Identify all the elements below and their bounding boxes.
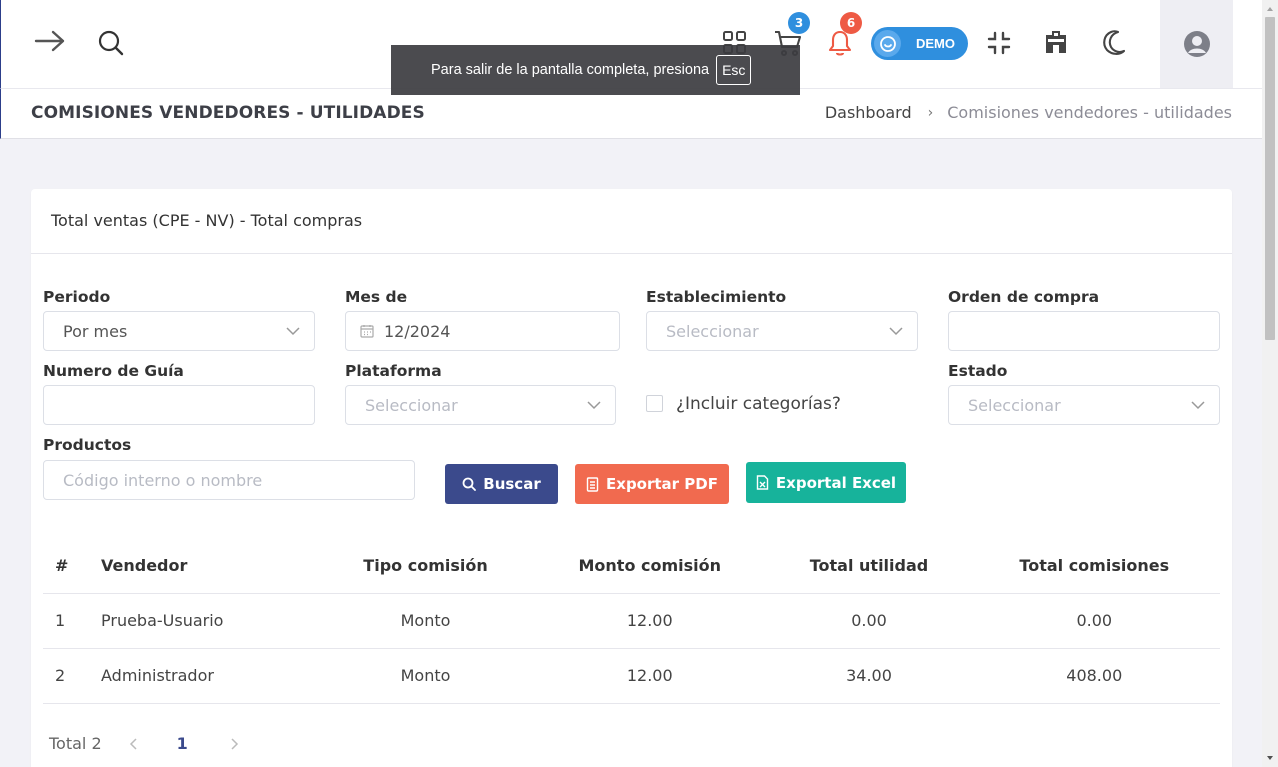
- search-icon: [462, 477, 477, 491]
- document-icon: [586, 476, 599, 492]
- periodo-select[interactable]: Por mes: [43, 311, 315, 351]
- export-pdf-button[interactable]: Exportar PDF: [575, 464, 729, 504]
- label-mes: Mes de: [345, 288, 408, 306]
- periodo-value: Por mes: [63, 321, 128, 341]
- spreadsheet-icon: [756, 475, 769, 490]
- demo-label: DEMO: [916, 36, 955, 51]
- categorias-label[interactable]: ¿Incluir categorías?: [676, 394, 841, 414]
- chevron-down-icon: [889, 327, 903, 336]
- cell-index: 1: [43, 593, 101, 649]
- scroll-down-arrow-icon[interactable]: [1262, 751, 1278, 765]
- page-header: COMISIONES VENDEDORES - UTILIDADES Dashb…: [0, 88, 1262, 139]
- export-excel-label: Exportal Excel: [775, 473, 897, 492]
- breadcrumb-dashboard[interactable]: Dashboard: [825, 103, 912, 122]
- toast-key: Esc: [716, 55, 752, 85]
- chevron-down-icon: [587, 401, 601, 410]
- categorias-checkbox[interactable]: [646, 395, 663, 412]
- label-orden-compra: Orden de compra: [948, 288, 1100, 306]
- report-card: Total ventas (CPE - NV) - Total compras …: [31, 189, 1232, 767]
- orden-compra-input[interactable]: [948, 311, 1220, 351]
- pagination-total: Total 2: [49, 734, 102, 753]
- col-total-utilidad: Total utilidad: [769, 539, 969, 594]
- scroll-up-arrow-icon[interactable]: [1262, 2, 1278, 16]
- cell-total-comisiones: 0.00: [968, 593, 1220, 649]
- arrow-right-icon[interactable]: [34, 28, 66, 54]
- col-total-comisiones: Total comisiones: [968, 539, 1220, 594]
- label-establecimiento: Establecimiento: [646, 288, 787, 306]
- fullscreen-toast: Para salir de la pantalla completa, pres…: [391, 45, 800, 95]
- cell-total-utilidad: 34.00: [769, 648, 969, 704]
- establecimiento-select[interactable]: Seleccionar: [646, 311, 918, 351]
- user-avatar-icon: [1183, 31, 1210, 57]
- cell-total-comisiones: 408.00: [968, 648, 1220, 704]
- table-row: 2 Administrador Monto 12.00 34.00 408.00: [43, 648, 1220, 704]
- label-guia: Numero de Guía: [43, 362, 184, 380]
- search-icon[interactable]: [97, 29, 125, 57]
- company-demo-toggle[interactable]: DEMO: [871, 27, 968, 60]
- store-icon[interactable]: [1042, 28, 1070, 56]
- label-estado: Estado: [948, 362, 1008, 380]
- label-periodo: Periodo: [43, 288, 111, 306]
- chevron-down-icon: [286, 327, 300, 336]
- cell-tipo-comision: Monto: [321, 593, 531, 649]
- calendar-icon: [360, 325, 374, 338]
- buscar-button[interactable]: Buscar: [445, 464, 558, 504]
- estado-select[interactable]: Seleccionar: [948, 385, 1220, 425]
- plataforma-placeholder: Seleccionar: [365, 395, 458, 415]
- buscar-label: Buscar: [483, 475, 541, 493]
- export-excel-button[interactable]: Exportal Excel: [746, 462, 906, 503]
- smile-icon: [874, 30, 901, 57]
- mes-value: 12/2024: [384, 321, 451, 341]
- chevron-right-icon[interactable]: [228, 737, 240, 751]
- estado-placeholder: Seleccionar: [968, 395, 1061, 415]
- breadcrumb-current: Comisiones vendedores - utilidades: [947, 103, 1232, 122]
- cart-badge: 3: [788, 12, 810, 34]
- productos-placeholder: Código interno o nombre: [63, 470, 263, 490]
- mes-date-picker[interactable]: 12/2024: [345, 311, 620, 351]
- cell-index: 2: [43, 648, 101, 704]
- commissions-table: # Vendedor Tipo comisión Monto comisión …: [43, 539, 1220, 704]
- col-index: #: [43, 539, 101, 594]
- col-vendedor: Vendedor: [101, 539, 321, 594]
- page-scrollbar[interactable]: [1262, 0, 1278, 767]
- page-title: COMISIONES VENDEDORES - UTILIDADES: [31, 103, 425, 123]
- table-header-row: # Vendedor Tipo comisión Monto comisión …: [43, 539, 1220, 594]
- label-productos: Productos: [43, 436, 132, 454]
- breadcrumb-separator: ›: [927, 104, 934, 121]
- cell-vendedor: Prueba-Usuario: [101, 593, 321, 649]
- table-row: 1 Prueba-Usuario Monto 12.00 0.00 0.00: [43, 593, 1220, 649]
- cell-total-utilidad: 0.00: [769, 593, 969, 649]
- cell-tipo-comision: Monto: [321, 648, 531, 704]
- cell-monto-comision: 12.00: [530, 648, 770, 704]
- establecimiento-placeholder: Seleccionar: [666, 321, 759, 341]
- card-title: Total ventas (CPE - NV) - Total compras: [31, 189, 1232, 254]
- pagination-current-page[interactable]: 1: [177, 734, 188, 753]
- cell-monto-comision: 12.00: [530, 593, 770, 649]
- plataforma-select[interactable]: Seleccionar: [345, 385, 616, 425]
- scrollbar-thumb[interactable]: [1265, 17, 1275, 340]
- productos-input[interactable]: Código interno o nombre: [43, 460, 415, 500]
- notification-badge: 6: [840, 12, 862, 34]
- col-monto-comision: Monto comisión: [530, 539, 770, 594]
- moon-icon[interactable]: [1101, 29, 1127, 57]
- chevron-left-icon[interactable]: [128, 737, 140, 751]
- user-menu[interactable]: [1160, 0, 1233, 88]
- guia-input[interactable]: [43, 385, 315, 425]
- toast-text: Para salir de la pantalla completa, pres…: [431, 62, 710, 78]
- label-plataforma: Plataforma: [345, 362, 442, 380]
- chevron-down-icon: [1191, 401, 1205, 410]
- cell-vendedor: Administrador: [101, 648, 321, 704]
- exit-fullscreen-icon[interactable]: [986, 30, 1012, 56]
- breadcrumb: Dashboard › Comisiones vendedores - util…: [825, 103, 1232, 122]
- pagination: Total 2 1: [49, 734, 240, 753]
- export-pdf-label: Exportar PDF: [606, 475, 718, 493]
- col-tipo-comision: Tipo comisión: [321, 539, 531, 594]
